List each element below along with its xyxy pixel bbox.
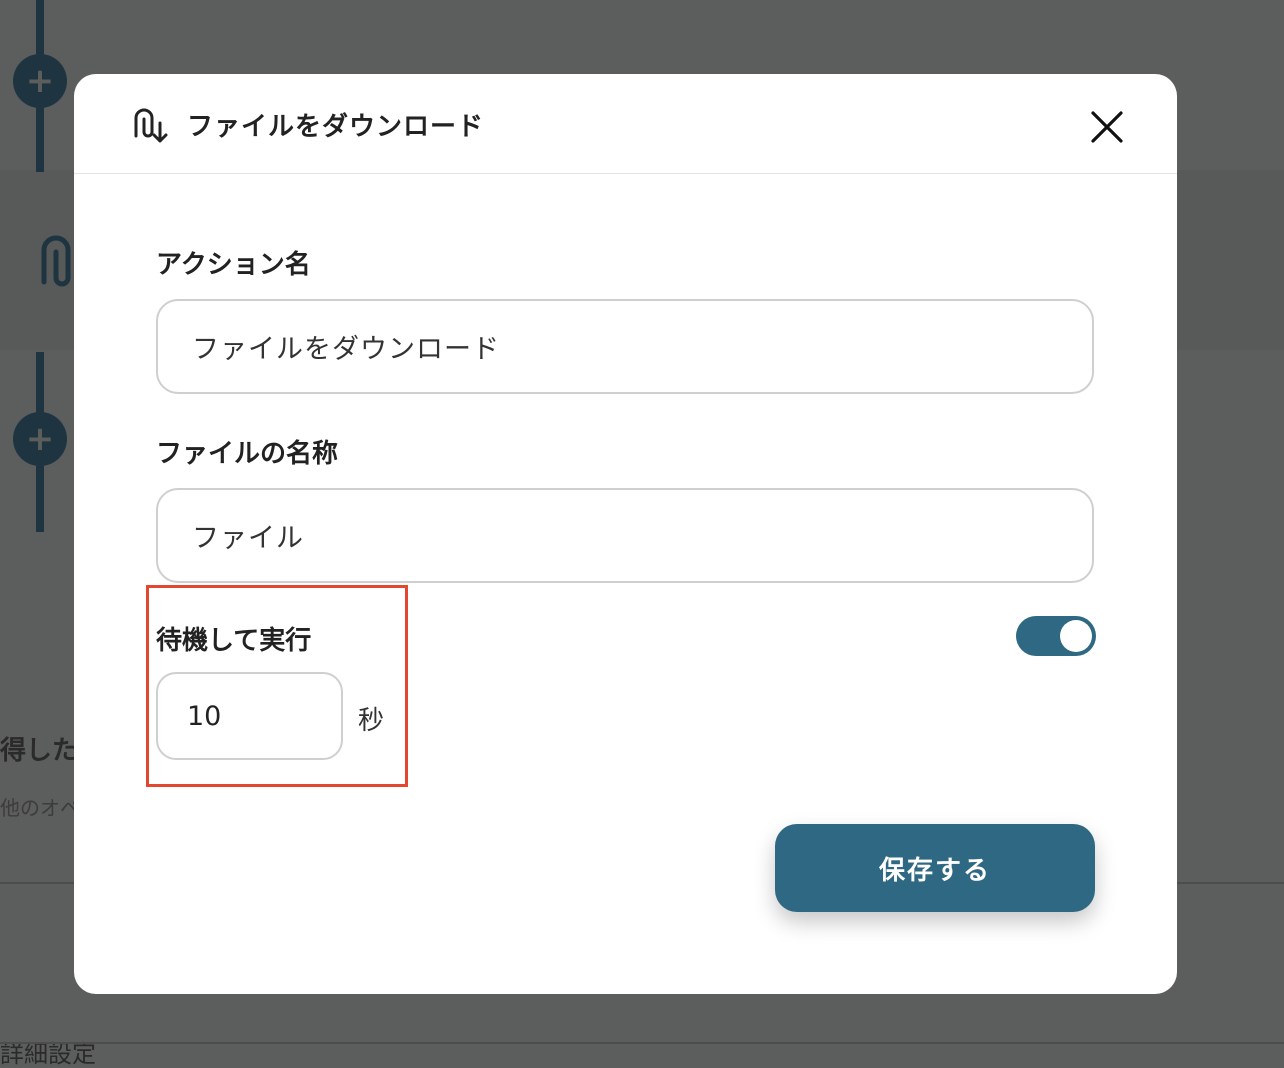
add-step-plus-icon[interactable]: + [13,54,67,108]
file-name-label: ファイルの名称 [156,439,339,469]
background-divider [0,1042,1284,1044]
background-heading: 得した [0,736,79,766]
close-icon [1091,111,1123,143]
file-name-input[interactable] [156,488,1094,583]
wait-label: 待機して実行 [156,626,312,656]
modal-header: ファイルをダウンロード [74,74,1177,174]
seconds-unit-label: 秒 [358,706,385,736]
action-name-label: アクション名 [156,250,311,280]
wait-toggle[interactable] [1016,616,1096,656]
background-subtext: 他のオペ [0,796,80,820]
background-bottom-text: 詳細設定 [0,1040,96,1068]
wait-seconds-input[interactable] [156,672,343,760]
save-button[interactable]: 保存する [775,824,1095,912]
add-step-plus-icon[interactable]: + [13,412,67,466]
modal-title: ファイルをダウンロード [187,112,485,142]
paperclip-download-icon [134,108,168,143]
close-button[interactable] [1088,108,1126,146]
toggle-knob [1060,620,1092,652]
action-name-input[interactable] [156,299,1094,394]
download-file-modal: ファイルをダウンロード アクション名 ファイルの名称 待機して実行 秒 保存する [74,74,1177,994]
